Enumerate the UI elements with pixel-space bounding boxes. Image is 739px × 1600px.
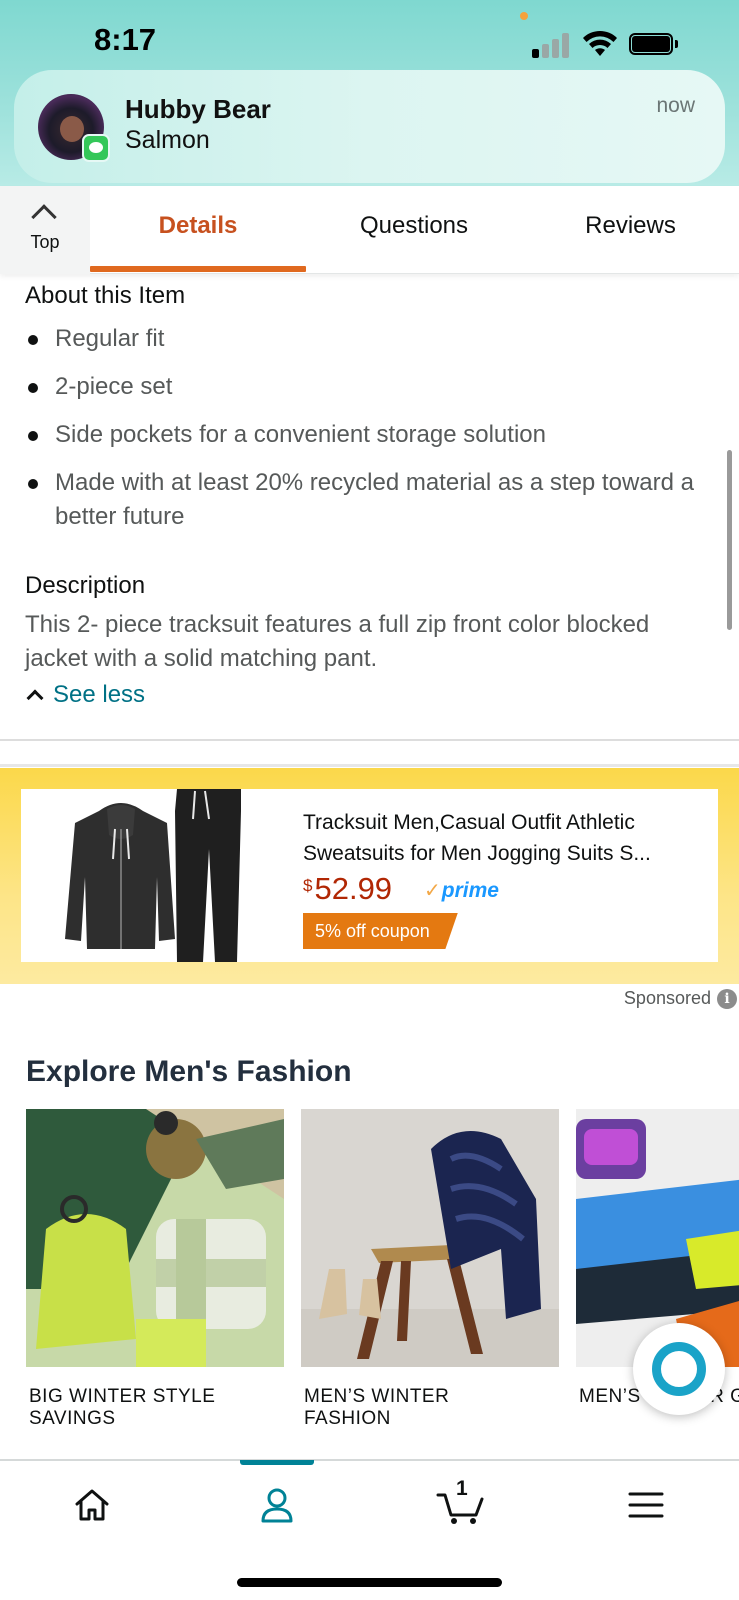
bullet-item: Regular fit [25, 322, 715, 356]
cellular-signal-icon [532, 32, 572, 58]
chevron-up-icon [31, 204, 57, 230]
tile-label: MEN’S WINTER FASHION [301, 1386, 559, 1430]
bullet-item: Made with at least 20% recycled material… [25, 466, 715, 534]
tab-reviews[interactable]: Reviews [522, 186, 739, 274]
prime-label: prime [441, 878, 499, 902]
ad-product-title[interactable]: Tracksuit Men,Casual Outfit Athletic Swe… [303, 807, 703, 869]
price-amount: 52.99 [314, 871, 393, 906]
cart-count: 1 [456, 1477, 468, 1500]
back-to-top-button[interactable]: Top [0, 186, 90, 274]
mic-indicator-dot [520, 12, 528, 20]
ad-price: $ 52.99 [303, 871, 392, 907]
home-icon[interactable] [72, 1485, 112, 1525]
scrollbar[interactable] [727, 450, 732, 630]
about-bullet-list: Regular fit 2-piece set Side pockets for… [25, 322, 715, 548]
bullet-item: 2-piece set [25, 370, 715, 404]
active-nav-indicator [240, 1460, 314, 1465]
about-heading: About this Item [25, 282, 186, 309]
section-divider [0, 739, 739, 741]
menu-icon[interactable] [626, 1485, 666, 1525]
prime-check-icon: ✓ [424, 880, 441, 902]
fashion-tile-winter-style[interactable]: BIG WINTER STYLE SAVINGS [26, 1109, 284, 1430]
notification-time: now [656, 94, 695, 117]
messages-app-icon [82, 134, 110, 162]
alexa-icon [652, 1342, 706, 1396]
battery-icon [629, 33, 679, 55]
cart-icon[interactable]: 1 [436, 1477, 486, 1525]
section-divider [0, 764, 739, 767]
wifi-icon [583, 30, 617, 56]
prime-badge: ✓ prime [424, 878, 499, 903]
tab-details[interactable]: Details [90, 186, 306, 274]
message-notification[interactable]: Hubby Bear Salmon now [14, 70, 725, 183]
chevron-up-icon [26, 689, 44, 707]
home-indicator[interactable] [237, 1578, 502, 1587]
tab-questions[interactable]: Questions [306, 186, 522, 274]
bullet-item: Side pockets for a convenient storage so… [25, 418, 715, 452]
product-section-tabs: Top Details Questions Reviews [0, 186, 739, 274]
notification-message: Salmon [125, 126, 210, 154]
account-icon[interactable] [257, 1485, 297, 1525]
sponsored-label[interactable]: Sponsored i [624, 988, 737, 1009]
tile-label-line: FASHION [304, 1408, 391, 1429]
tile-label-line: SAVINGS [29, 1408, 116, 1429]
winter-accessories-image [26, 1109, 284, 1367]
sponsored-product-card[interactable]: Tracksuit Men,Casual Outfit Athletic Swe… [21, 789, 718, 962]
tile-label: BIG WINTER STYLE SAVINGS [26, 1386, 284, 1430]
status-time: 8:17 [94, 22, 157, 57]
alexa-button[interactable] [633, 1323, 725, 1415]
description-heading: Description [25, 572, 146, 599]
description-text: This 2- piece tracksuit features a full … [25, 611, 650, 672]
info-icon[interactable]: i [717, 988, 737, 1009]
top-label: Top [30, 232, 60, 252]
puffer-jacket-image [301, 1109, 559, 1367]
see-less-link[interactable]: See less [25, 678, 145, 712]
explore-section-title: Explore Men's Fashion [26, 1055, 352, 1088]
tile-label-line: BIG WINTER STYLE [29, 1386, 216, 1407]
fashion-tile-winter-fashion[interactable]: MEN’S WINTER FASHION [301, 1109, 559, 1430]
coupon-badge: 5% off coupon [303, 913, 458, 949]
price-currency: $ [303, 876, 313, 895]
see-less-label: See less [53, 681, 146, 708]
tracksuit-product-image [65, 789, 241, 962]
active-tab-indicator [90, 266, 306, 272]
tile-label-line: MEN’S WINTER [304, 1386, 450, 1407]
sponsored-text: Sponsored [623, 988, 711, 1008]
notification-sender: Hubby Bear [125, 94, 271, 124]
